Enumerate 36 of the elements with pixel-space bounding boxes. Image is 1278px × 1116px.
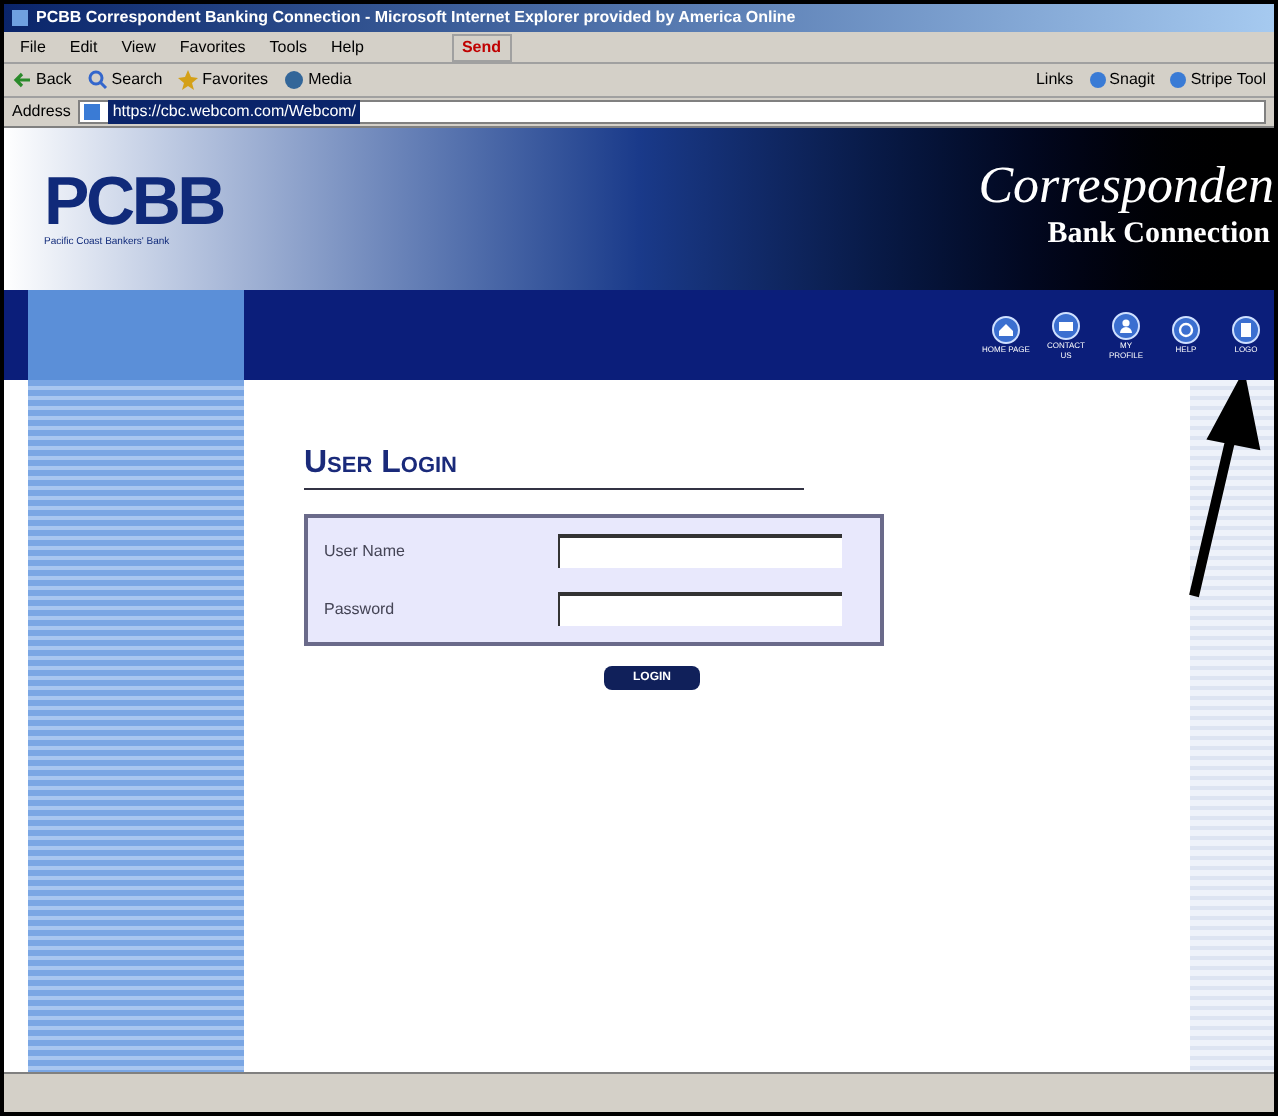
address-field[interactable]: https://cbc.webcom.com/Webcom/ xyxy=(78,100,1266,124)
menu-item[interactable]: Tools xyxy=(269,35,307,59)
toolbar-button[interactable]: Search xyxy=(87,68,163,92)
field-label: Password xyxy=(324,597,397,621)
envelope-icon xyxy=(1052,311,1080,339)
banner-title: Corresponden xyxy=(978,160,1274,213)
menu-item[interactable]: Edit xyxy=(69,35,98,59)
menu-item[interactable]: File xyxy=(20,35,46,59)
back-arrow-icon xyxy=(12,70,32,90)
menu-item[interactable]: Favorites xyxy=(179,35,246,59)
link-button[interactable]: Stripe Tool xyxy=(1170,68,1266,92)
browser-icon xyxy=(12,10,28,26)
banner-subtitle: Bank Connection xyxy=(1047,216,1272,255)
input-field[interactable] xyxy=(558,534,842,568)
person-icon xyxy=(1112,311,1140,339)
globe-icon xyxy=(1089,72,1106,88)
menu-item[interactable]: Help xyxy=(330,35,364,59)
door-icon xyxy=(1232,316,1260,344)
toolbar-button[interactable]: Favorites xyxy=(178,68,269,92)
bank-logo: PCBB xyxy=(44,167,224,236)
globe-icon xyxy=(1170,72,1187,88)
menu-item[interactable]: View xyxy=(121,35,156,59)
window-title: PCBB Correspondent Banking Connection - Microsoft Internet Explorer provided by America Online xyxy=(36,6,796,30)
house-icon xyxy=(992,316,1020,344)
help-icon xyxy=(1172,316,1200,344)
address-label: Address xyxy=(12,100,71,124)
link-button[interactable]: Snagit xyxy=(1089,68,1155,92)
star-icon xyxy=(178,70,199,90)
input-field[interactable] xyxy=(558,592,842,626)
send-button[interactable]: Send xyxy=(451,33,511,61)
login-heading: User Login xyxy=(304,440,804,490)
toolbar-button[interactable]: Back xyxy=(12,68,72,92)
toolbar-button[interactable]: Media xyxy=(284,68,352,92)
links-label: Links xyxy=(1035,68,1074,92)
search-icon xyxy=(87,70,108,90)
field-label: User Name xyxy=(324,539,407,563)
